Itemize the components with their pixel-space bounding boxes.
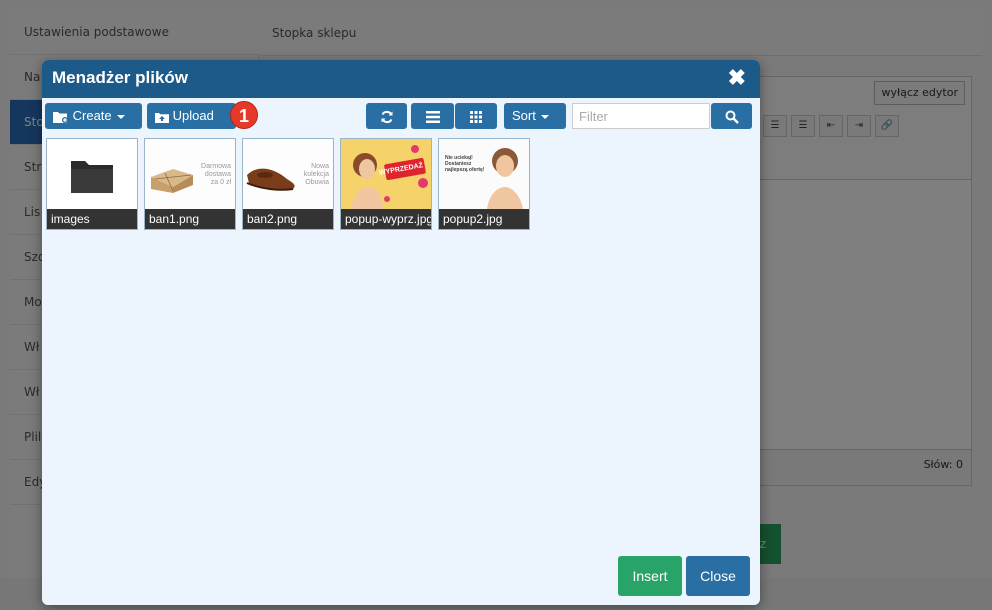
thumbnail-caption: Darmowa dostawa za 0 zł [201,163,231,186]
caret-down-icon [116,114,125,119]
thumbnail-caption: Nie uciekaj! Dostaniesz najlepszą ofertę… [445,155,485,173]
list-view-button[interactable] [411,103,454,129]
create-label: Create [72,108,112,123]
upload-label: Upload [172,108,214,123]
file-item-popup-wyprz[interactable]: WYPRZEDAŻ popup-wyprz.jpg [340,138,432,230]
file-item-ban1[interactable]: Darmowa dostawa za 0 zł ban1.png [144,138,236,230]
image-thumbnail: Nowa kolekcja Obuwia [243,139,333,209]
step-badge: 1 [230,101,258,129]
refresh-button[interactable] [366,103,407,129]
sort-dropdown-button[interactable]: Sort [504,103,566,129]
upload-button[interactable]: Upload [147,103,236,129]
file-name: popup2.jpg [439,209,529,229]
folder-thumbnail [47,139,137,209]
list-icon [425,110,440,123]
upload-icon [155,112,169,123]
image-thumbnail: Darmowa dostawa za 0 zł [145,139,235,209]
image-thumbnail: WYPRZEDAŻ [341,139,431,209]
file-list: images Darmowa dostawa za 0 zł ban1.png [46,138,536,230]
file-name: ban2.png [243,209,333,229]
sort-label: Sort [512,108,536,123]
file-name: popup-wyprz.jpg [341,209,431,229]
file-manager-modal: Menadżer plików ✖ Create Upload 1 Sort F… [42,60,760,605]
grid-view-button[interactable] [455,103,497,129]
file-item-popup2[interactable]: Nie uciekaj! Dostaniesz najlepszą ofertę… [438,138,530,230]
modal-header: Menadżer plików ✖ [42,60,760,98]
close-button[interactable]: Close [686,556,750,596]
file-name: ban1.png [145,209,235,229]
file-item-images[interactable]: images [46,138,138,230]
file-manager-toolbar: Create Upload 1 Sort Filter [42,98,760,134]
thumbnail-caption: Nowa kolekcja Obuwia [303,163,329,186]
modal-title: Menadżer plików [52,68,189,87]
file-name: images [47,209,137,229]
file-item-ban2[interactable]: Nowa kolekcja Obuwia ban2.png [242,138,334,230]
folder-plus-icon [53,111,68,123]
close-icon[interactable]: ✖ [728,64,746,92]
refresh-icon [381,110,392,123]
grid-icon [470,110,482,123]
folder-icon [71,161,113,193]
image-thumbnail: Nie uciekaj! Dostaniesz najlepszą ofertę… [439,139,529,209]
search-icon [725,110,739,124]
woman-image-icon [439,139,529,209]
search-button[interactable] [711,103,752,129]
create-button[interactable]: Create [45,103,142,129]
filter-input[interactable] [572,103,710,129]
insert-button[interactable]: Insert [618,556,682,596]
caret-down-icon [540,114,549,119]
